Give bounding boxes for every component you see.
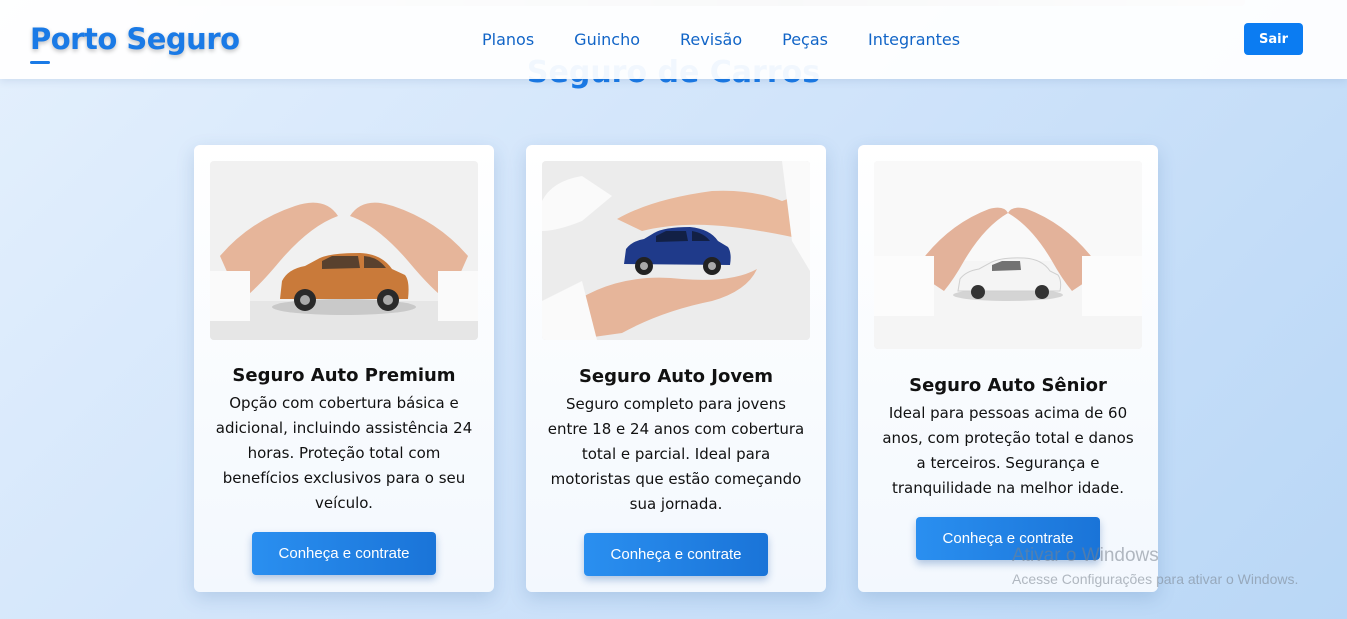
logout-button[interactable]: Sair [1244,23,1303,55]
card-description: Seguro completo para jovens entre 18 e 2… [547,395,805,513]
logo-underline [30,61,50,64]
card-title: Seguro Auto Jovem [578,366,774,387]
car-insurance-photo [874,161,1142,349]
logo[interactable]: Porto Seguro [30,22,240,56]
nav-link-revisao[interactable]: Revisão [680,30,742,49]
car-insurance-photo [542,161,810,340]
plan-card-premium: Seguro Auto Premium Opção com cobertura … [194,145,494,592]
card-title: Seguro Auto Sênior [909,375,1107,396]
main-nav: Planos Guincho Revisão Peças Integrantes [482,30,960,49]
contract-button[interactable]: Conheça e contrate [584,533,768,576]
nav-link-planos[interactable]: Planos [482,30,534,49]
watermark-title: Ativar o Windows [1012,545,1159,566]
card-description: Ideal para pessoas acima de 60 anos, com… [882,404,1134,497]
card-description: Opção com cobertura básica e adicional, … [215,394,473,512]
navbar: Porto Seguro Planos Guincho Revisão Peça… [0,0,1347,79]
nav-link-guincho[interactable]: Guincho [574,30,640,49]
car-insurance-photo [210,161,478,340]
plan-card-jovem: Seguro Auto Jovem Seguro completo para j… [526,145,826,592]
nav-link-pecas[interactable]: Peças [782,30,828,49]
card-title: Seguro Auto Premium [232,365,456,386]
watermark-subtitle: Acesse Configurações para ativar o Windo… [1012,571,1299,587]
plan-card-senior: Seguro Auto Sênior Ideal para pessoas ac… [858,145,1158,592]
windows-activation-watermark: Ativar o Windows Acesse Configurações pa… [1012,545,1298,587]
nav-link-integrantes[interactable]: Integrantes [868,30,960,49]
contract-button[interactable]: Conheça e contrate [252,532,436,575]
